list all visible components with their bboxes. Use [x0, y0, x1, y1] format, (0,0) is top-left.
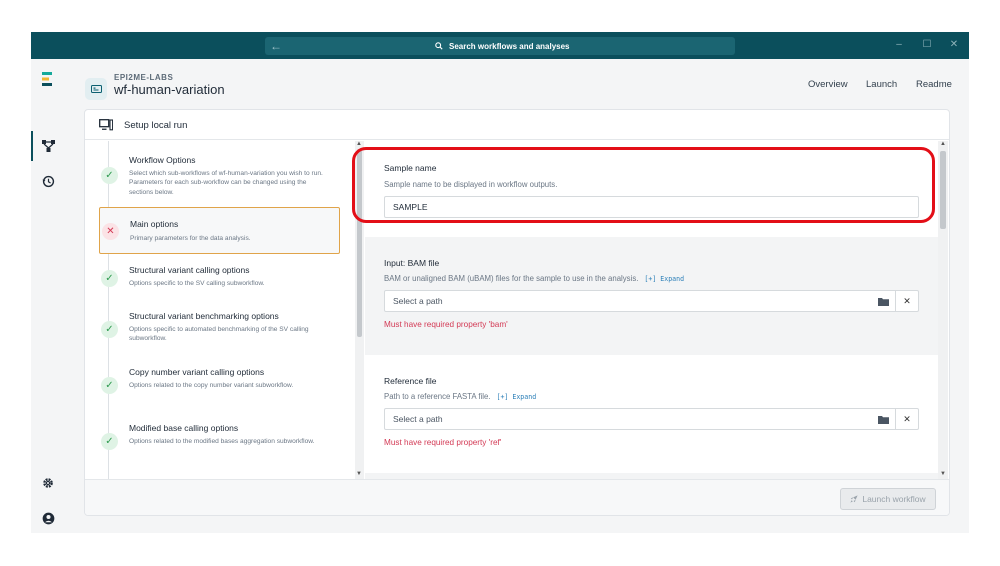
- nav-item-modified-base[interactable]: ✓ Modified base calling options Options …: [99, 419, 340, 467]
- nav-item-desc: Options specific to automated benchmarki…: [129, 326, 309, 343]
- nav-item-title: Copy number variant calling options: [129, 367, 265, 377]
- reference-label: Reference file: [384, 376, 437, 386]
- reference-expand-link[interactable]: [+] Expand: [496, 393, 536, 401]
- check-icon: ✓: [101, 321, 118, 338]
- reference-path-placeholder: Select a path: [393, 414, 443, 424]
- settings-gear-icon[interactable]: [40, 475, 56, 491]
- app-window: Search workflows and analyses ← – ☐ ✕ EP…: [31, 32, 969, 533]
- reference-path-input[interactable]: Select a path: [384, 408, 896, 430]
- card-footer: Launch workflow: [85, 479, 949, 515]
- close-window-icon[interactable]: ✕: [947, 38, 961, 52]
- bam-clear-button[interactable]: ✕: [896, 290, 919, 312]
- nav-item-workflow-options[interactable]: ✓ Workflow Options Select which sub-work…: [99, 151, 340, 199]
- bam-error: Must have required property 'bam': [384, 320, 508, 329]
- tab-overview[interactable]: Overview: [808, 79, 848, 90]
- nav-item-main-options[interactable]: ✕ Main options Primary parameters for th…: [99, 207, 340, 254]
- folder-icon[interactable]: [878, 415, 889, 424]
- title-bar: Search workflows and analyses ← – ☐ ✕: [31, 32, 969, 59]
- nav-item-sv-calling[interactable]: ✓ Structural variant calling options Opt…: [99, 261, 340, 301]
- left-rail: [31, 59, 65, 533]
- reference-help-text: Path to a reference FASTA file.: [384, 392, 491, 401]
- epi2me-logo-icon[interactable]: [40, 71, 56, 87]
- scroll-down-icon[interactable]: ▼: [940, 471, 946, 477]
- rail-active-indicator: [31, 131, 33, 161]
- monitor-icon: [99, 119, 113, 131]
- bam-section: Input: BAM file BAM or unaligned BAM (uB…: [365, 237, 938, 355]
- nav-item-desc: Select which sub-workflows of wf-human-v…: [129, 170, 323, 196]
- tab-launch[interactable]: Launch: [866, 79, 897, 90]
- nav-item-title: Workflow Options: [129, 155, 196, 165]
- nav-item-desc: Options specific to the SV calling subwo…: [129, 280, 265, 287]
- nav-item-desc: Options related to the copy number varia…: [129, 382, 294, 389]
- nav-item-title: Structural variant calling options: [129, 265, 250, 275]
- nav-item-title: Main options: [130, 219, 179, 229]
- reference-error: Must have required property 'ref': [384, 438, 502, 447]
- history-icon[interactable]: [40, 173, 56, 189]
- nav-item-title: Modified base calling options: [129, 423, 239, 433]
- scroll-down-icon[interactable]: ▼: [356, 471, 362, 477]
- brand-label: EPI2ME-LABS: [114, 73, 174, 82]
- search-bar[interactable]: Search workflows and analyses: [265, 37, 735, 55]
- reference-section: Reference file Path to a reference FASTA…: [365, 355, 938, 473]
- nav-item-desc: Options related to the modified bases ag…: [129, 438, 315, 445]
- check-icon: ✓: [101, 167, 118, 184]
- minimize-icon[interactable]: –: [892, 38, 906, 52]
- workflows-icon[interactable]: [40, 138, 56, 154]
- error-x-icon: ✕: [102, 223, 119, 240]
- search-icon: [435, 42, 443, 50]
- card-title: Setup local run: [124, 120, 188, 131]
- reference-clear-button[interactable]: ✕: [896, 408, 919, 430]
- bam-expand-link[interactable]: [+] Expand: [644, 275, 684, 283]
- bam-path-input[interactable]: Select a path: [384, 290, 896, 312]
- nav-item-sv-benchmarking[interactable]: ✓ Structural variant benchmarking option…: [99, 307, 340, 355]
- bam-help-text: BAM or unaligned BAM (uBAM) files for th…: [384, 274, 639, 283]
- scroll-up-icon[interactable]: ▲: [940, 141, 946, 147]
- card-header: Setup local run: [85, 110, 949, 140]
- form-scroll-thumb[interactable]: [940, 151, 946, 229]
- launch-workflow-label: Launch workflow: [862, 494, 926, 504]
- search-placeholder: Search workflows and analyses: [449, 41, 570, 51]
- workflow-title: wf-human-variation: [114, 82, 225, 97]
- folder-icon[interactable]: [878, 297, 889, 306]
- launch-workflow-button[interactable]: Launch workflow: [840, 488, 936, 510]
- rocket-icon: [850, 495, 858, 503]
- bam-label: Input: BAM file: [384, 258, 440, 268]
- nav-item-desc: Primary parameters for the data analysis…: [130, 235, 251, 242]
- scroll-up-icon[interactable]: ▲: [356, 141, 362, 147]
- account-icon[interactable]: [40, 510, 56, 526]
- options-nav: ✓ Workflow Options Select which sub-work…: [85, 141, 355, 479]
- bam-path-placeholder: Select a path: [393, 296, 443, 306]
- reference-help: Path to a reference FASTA file. [+] Expan…: [384, 392, 536, 401]
- tab-readme[interactable]: Readme: [916, 79, 952, 90]
- workflow-badge-icon: [85, 78, 107, 100]
- maximize-icon[interactable]: ☐: [920, 38, 934, 52]
- bam-help: BAM or unaligned BAM (uBAM) files for th…: [384, 274, 684, 283]
- check-icon: ✓: [101, 270, 118, 287]
- check-icon: ✓: [101, 433, 118, 450]
- back-arrow-icon[interactable]: ←: [269, 39, 283, 53]
- nav-item-cnv-calling[interactable]: ✓ Copy number variant calling options Op…: [99, 363, 340, 411]
- form-scrollbar[interactable]: ▲ ▼: [938, 141, 948, 479]
- nav-item-title: Structural variant benchmarking options: [129, 311, 279, 321]
- check-icon: ✓: [101, 377, 118, 394]
- highlight-annotation: [352, 147, 935, 223]
